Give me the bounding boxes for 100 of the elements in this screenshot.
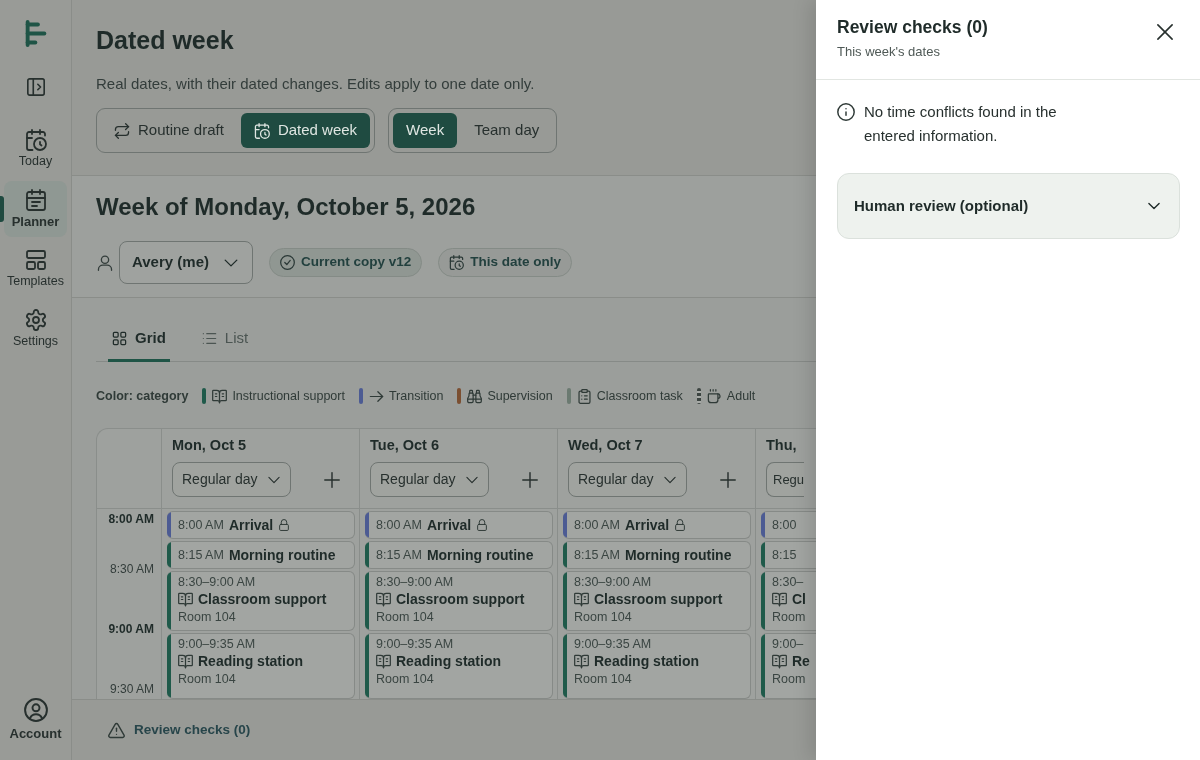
- event-card[interactable]: 9:00–9:35 AM Reading station Room 104: [365, 633, 553, 699]
- event-title: Morning routine: [426, 545, 534, 565]
- view-button[interactable]: Week: [393, 113, 458, 148]
- event-title: Reading station: [396, 652, 501, 671]
- time-label: 8:30 AM: [109, 561, 154, 577]
- event-title: Arrival: [426, 515, 472, 535]
- day-heading: Tue, Oct 6: [370, 436, 441, 455]
- event-card[interactable]: 8:30–9:00 AM Classroom support Room 104: [563, 571, 751, 631]
- calendar-clock-icon: [449, 255, 465, 270]
- book-icon: [574, 592, 589, 607]
- event-time: 8:00 AM: [574, 517, 620, 533]
- book-icon: [574, 654, 589, 669]
- legend-label: Classroom task: [596, 387, 683, 405]
- cup-icon: [706, 388, 722, 404]
- book-icon: [376, 592, 391, 607]
- event-card[interactable]: 8:30–9:00 AM Classroom support Room 104: [167, 571, 355, 631]
- event-time: 8:30–9:00 AM: [574, 575, 653, 590]
- nav-item[interactable]: Settings: [4, 301, 67, 357]
- settings-icon: [24, 309, 47, 331]
- event-time: 9:00–: [772, 637, 805, 652]
- info-icon: [837, 103, 855, 121]
- legend-title: Color: category: [96, 387, 189, 405]
- day-heading: Thu,: [766, 436, 798, 455]
- selection-indicator: [0, 196, 4, 222]
- arrow-right-icon: [368, 388, 384, 404]
- event-room: Room: [772, 609, 807, 626]
- logo-icon: [24, 20, 47, 47]
- calendar-clock-icon: [253, 122, 270, 139]
- page-title: Dated week: [96, 25, 235, 56]
- grid-icon: [112, 331, 127, 346]
- day-type-dropdown[interactable]: Regular day: [568, 462, 687, 497]
- nav-item[interactable]: Today: [4, 121, 67, 177]
- day-type-dropdown[interactable]: Regu: [766, 462, 805, 497]
- plus-icon: [324, 471, 340, 488]
- day-heading: Mon, Oct 5: [172, 436, 248, 455]
- event-time: 9:00–9:35 AM: [178, 637, 257, 652]
- event-card[interactable]: 8:00 AM Arrival: [167, 511, 355, 539]
- nav-item[interactable]: Templates: [4, 241, 67, 297]
- legend-label: Instructional support: [232, 387, 345, 405]
- event-card[interactable]: 9:00–9:35 AM Reading station Room 104: [563, 633, 751, 699]
- event-title: Cl: [792, 590, 806, 609]
- event-card[interactable]: 8:15: [761, 541, 816, 569]
- event-card[interactable]: 8:15 AM Morning routine: [563, 541, 751, 569]
- view-button[interactable]: Team day: [461, 113, 553, 148]
- event-card[interactable]: 8:00: [761, 511, 816, 539]
- account-button[interactable]: Account: [9, 698, 62, 742]
- event-card[interactable]: 9:00–9:35 AM Reading station Room 104: [167, 633, 355, 699]
- review-checks-link[interactable]: Review checks (0): [108, 719, 251, 741]
- event-card[interactable]: 8:15 AM Morning routine: [365, 541, 553, 569]
- event-title: Morning routine: [624, 545, 732, 565]
- event-card[interactable]: 9:00– Re Room: [761, 633, 816, 699]
- book-icon: [178, 592, 193, 607]
- event-time: 9:00–9:35 AM: [574, 637, 653, 652]
- book-icon: [212, 388, 228, 404]
- event-card[interactable]: 8:30– Cl Room: [761, 571, 816, 631]
- event-time: 8:30–9:00 AM: [178, 575, 257, 590]
- clipboard-icon: [576, 388, 592, 404]
- event-title: Arrival: [228, 515, 274, 535]
- repeat-icon: [114, 122, 130, 139]
- event-card[interactable]: 8:15 AM Morning routine: [167, 541, 355, 569]
- event-room: Room 104: [178, 609, 237, 626]
- day-heading: Wed, Oct 7: [568, 436, 644, 455]
- event-time: 9:00–9:35 AM: [376, 637, 455, 652]
- legend-label: Adult: [726, 387, 756, 405]
- event-card[interactable]: 8:00 AM Arrival: [563, 511, 751, 539]
- event-time: 8:00 AM: [376, 517, 422, 533]
- page-description: Real dates, with their dated changes. Edits apply to one date only.: [96, 74, 536, 94]
- person-dropdown[interactable]: Avery (me): [119, 241, 253, 284]
- event-title: Reading station: [594, 652, 699, 671]
- event-time: 8:30–: [772, 575, 805, 590]
- sidebar-toggle-button[interactable]: [25, 77, 46, 97]
- book-icon: [772, 654, 787, 669]
- binoculars-icon: [467, 388, 483, 404]
- user-circle-icon: [23, 698, 48, 722]
- plus-icon: [522, 471, 538, 488]
- event-time: 8:15 AM: [574, 547, 620, 563]
- panel-toggle-icon: [25, 77, 46, 97]
- book-icon: [772, 592, 787, 607]
- view-tab[interactable]: Grid: [108, 318, 170, 362]
- event-time: 8:15: [772, 547, 797, 563]
- event-title: Re: [792, 652, 810, 671]
- book-icon: [376, 654, 391, 669]
- day-type-dropdown[interactable]: Regular day: [172, 462, 291, 497]
- layout-icon: [24, 249, 47, 271]
- drawer-subtitle: This week's dates: [837, 43, 941, 61]
- check-circle-icon: [280, 255, 295, 270]
- day-type-dropdown[interactable]: Regular day: [370, 462, 489, 497]
- event-room: Room 104: [178, 671, 237, 688]
- event-card[interactable]: 8:00 AM Arrival: [365, 511, 553, 539]
- close-icon: [1157, 24, 1173, 40]
- event-title: Arrival: [624, 515, 670, 535]
- mode-button[interactable]: Routine draft: [101, 113, 237, 148]
- time-label: 9:00 AM: [108, 621, 154, 637]
- accordion-toggle[interactable]: Human review (optional): [837, 173, 1180, 239]
- calendar-icon: [24, 189, 47, 211]
- person-icon: [97, 254, 113, 271]
- event-card[interactable]: 8:30–9:00 AM Classroom support Room 104: [365, 571, 553, 631]
- event-time: 8:00: [772, 517, 797, 533]
- list-icon: [201, 331, 217, 346]
- mode-button[interactable]: Dated week: [240, 113, 371, 148]
